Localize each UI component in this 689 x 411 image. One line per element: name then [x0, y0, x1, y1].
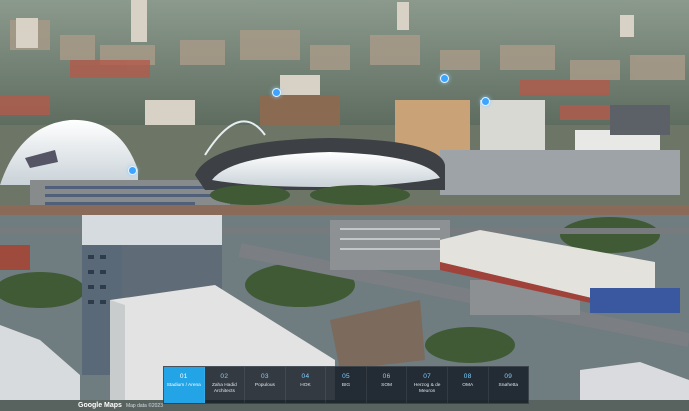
tab-09[interactable]: 09 Snøhetta [489, 367, 529, 403]
tab-01[interactable]: 01 Stadium / Arena [164, 367, 205, 403]
tab-02[interactable]: 02 Zaha Hadid Architects [205, 367, 246, 403]
architect-tab-bar: 01 Stadium / Arena 02 Zaha Hadid Architects… [163, 366, 529, 404]
tab-number: 08 [463, 373, 472, 380]
tab-06[interactable]: 06 SOM [367, 367, 408, 403]
google-maps-logo: Google Maps [78, 402, 122, 409]
map-attribution: Google Maps Map data ©2023 [78, 400, 163, 411]
tab-label: OMA [462, 383, 474, 388]
tab-08[interactable]: 08 OMA [448, 367, 489, 403]
tab-number: 05 [342, 373, 350, 380]
tab-label: BIG [341, 383, 351, 388]
tab-label: Zaha Hadid Architects [211, 383, 237, 394]
tab-label: Stadium / Arena [166, 383, 201, 388]
aerial-map-view[interactable] [0, 0, 689, 411]
tab-label: HOK [300, 383, 311, 388]
tab-number: 02 [220, 373, 229, 380]
tab-label: Populous [254, 383, 275, 388]
tab-label: Herzog & de Meuron [413, 383, 441, 394]
tab-number: 09 [504, 373, 513, 380]
map-credit[interactable]: Map data ©2023 [126, 403, 163, 409]
location-pin-icon[interactable] [440, 74, 449, 83]
tab-04[interactable]: 04 HOK [286, 367, 327, 403]
location-pin-icon[interactable] [128, 166, 137, 175]
tab-03[interactable]: 03 Populous [245, 367, 286, 403]
location-pin-icon[interactable] [272, 88, 281, 97]
tab-number: 06 [382, 373, 391, 380]
tab-number: 03 [260, 373, 269, 380]
tab-number: 04 [301, 373, 310, 380]
tab-number: 07 [423, 373, 432, 380]
tab-05[interactable]: 05 BIG [326, 367, 367, 403]
location-pin-icon[interactable] [481, 97, 490, 106]
tab-07[interactable]: 07 Herzog & de Meuron [407, 367, 448, 403]
tab-label: SOM [381, 383, 393, 388]
tab-number: 01 [179, 373, 188, 380]
tab-label: Snøhetta [498, 383, 519, 388]
